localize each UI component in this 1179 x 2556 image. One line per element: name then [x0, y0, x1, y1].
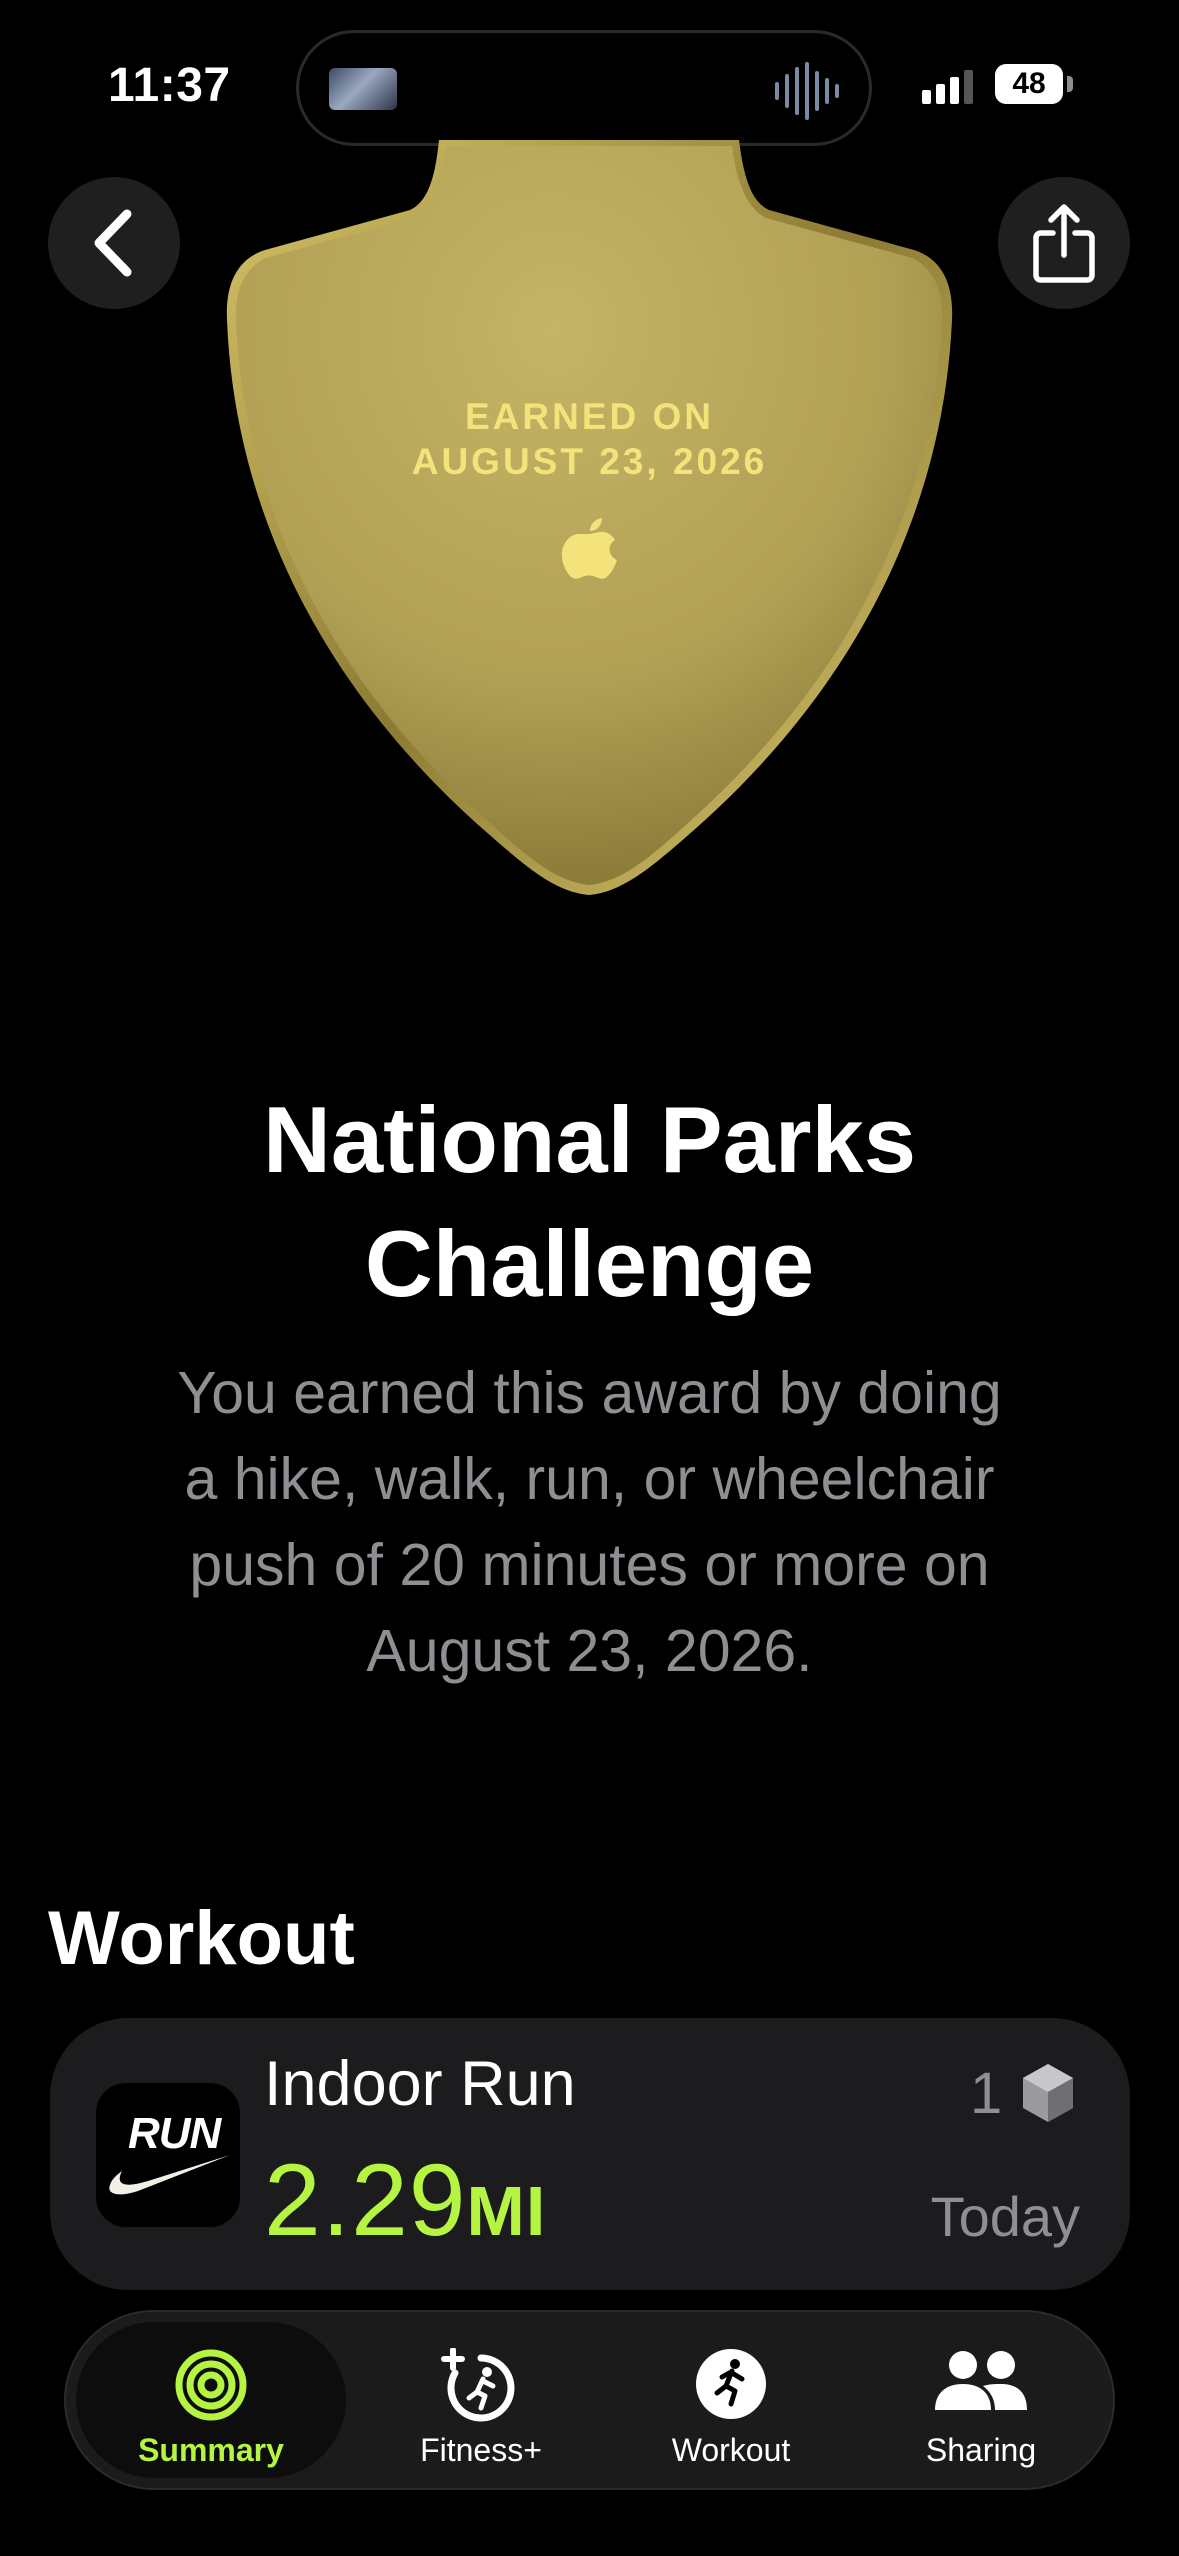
tab-label: Fitness+: [420, 2432, 542, 2468]
tab-fitness-plus[interactable]: Fitness+: [366, 2322, 596, 2478]
distance-unit: MI: [466, 2172, 547, 2250]
earned-on-label: EARNED ON: [464, 396, 715, 437]
tab-workout[interactable]: Workout: [616, 2322, 846, 2478]
tab-label: Summary: [138, 2432, 284, 2468]
workout-card[interactable]: RUN Indoor Run 2.29MI 1 Today: [50, 2018, 1130, 2290]
workout-distance: 2.29MI: [264, 2142, 546, 2259]
award-description-line: push of 20 minutes or more on: [189, 1532, 990, 1598]
workout-name: Indoor Run: [264, 2049, 576, 2119]
nike-run-app-icon: RUN: [96, 2083, 240, 2227]
earned-date: AUGUST 23, 2026: [411, 441, 768, 482]
tab-summary[interactable]: Summary: [76, 2322, 346, 2478]
battery-cap: [1067, 76, 1073, 92]
battery-indicator: 48: [995, 64, 1063, 104]
activity-rings-icon: [175, 2349, 247, 2421]
status-time: 11:37: [108, 59, 231, 112]
award-title-line: Challenge: [364, 1211, 815, 1316]
tab-bar: Summary Fitness+ Workout Sharing: [64, 2310, 1115, 2490]
apple-logo-icon: [561, 518, 617, 579]
award-title: National Parks Challenge: [0, 1078, 1179, 1326]
now-playing-artwork: [329, 68, 397, 110]
chevron-left-icon: [94, 209, 132, 277]
fitness-plus-icon: [441, 2348, 515, 2422]
share-button[interactable]: [998, 177, 1130, 309]
running-figure-icon: [696, 2349, 766, 2419]
award-title-line: National Parks: [262, 1087, 917, 1192]
share-icon: [1033, 204, 1095, 283]
people-icon: [935, 2351, 1027, 2410]
award-description-line: a hike, walk, run, or wheelchair: [184, 1446, 995, 1512]
back-button[interactable]: [48, 177, 180, 309]
swoosh-icon: [109, 2155, 230, 2195]
award-description: You earned this award by doing a hike, w…: [100, 1350, 1079, 1694]
workout-section-title: Workout: [48, 1896, 355, 1981]
workout-date: Today: [930, 2185, 1080, 2248]
award-badge-icon: [1023, 2064, 1073, 2122]
distance-value: 2.29: [264, 2143, 467, 2257]
tab-sharing[interactable]: Sharing: [866, 2322, 1096, 2478]
dynamic-island[interactable]: [296, 30, 872, 146]
award-description-line: August 23, 2026.: [366, 1618, 813, 1684]
tab-label: Workout: [671, 2432, 791, 2468]
audio-waveform-icon: [775, 61, 839, 121]
tab-label: Sharing: [925, 2432, 1037, 2468]
award-count: 1: [970, 2061, 1003, 2126]
cellular-signal-icon: [922, 70, 973, 104]
award-description-line: You earned this award by doing: [177, 1360, 1002, 1426]
